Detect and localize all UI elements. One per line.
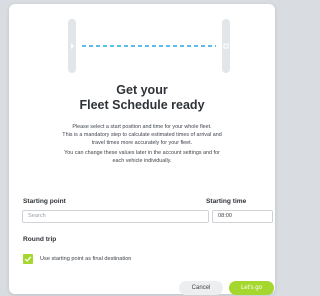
description-line: You can change these values later in the… [64, 150, 220, 156]
route-illustration [68, 19, 230, 73]
starting-point-input[interactable]: Search [22, 210, 209, 223]
fleet-schedule-dialog: Get your Fleet Schedule ready Please sel… [9, 4, 275, 295]
starting-time-input[interactable]: 08:00 [212, 210, 273, 223]
start-flag-icon [68, 19, 76, 73]
round-trip-checkbox-label[interactable]: Use starting point as final destination [40, 255, 131, 263]
description-line: each vehicle individually. [112, 158, 172, 164]
starting-time-label: Starting time [206, 198, 247, 205]
round-trip-checkbox[interactable] [23, 254, 33, 264]
lets-go-button[interactable]: Let's go [229, 281, 274, 295]
check-icon [24, 256, 32, 262]
description-line: Please select a start position and time … [72, 124, 212, 130]
dialog-title-line1: Get your [116, 83, 168, 97]
end-flag-icon [222, 19, 230, 73]
round-trip-label: Round trip [23, 236, 57, 243]
cancel-button[interactable]: Cancel [179, 281, 223, 295]
description-line: travel times more accurately for your fl… [91, 140, 193, 146]
dialog-title-line2: Fleet Schedule ready [79, 98, 205, 112]
starting-point-label: Starting point [23, 198, 66, 205]
description-line: This is a mandatory step to calculate es… [62, 132, 222, 138]
